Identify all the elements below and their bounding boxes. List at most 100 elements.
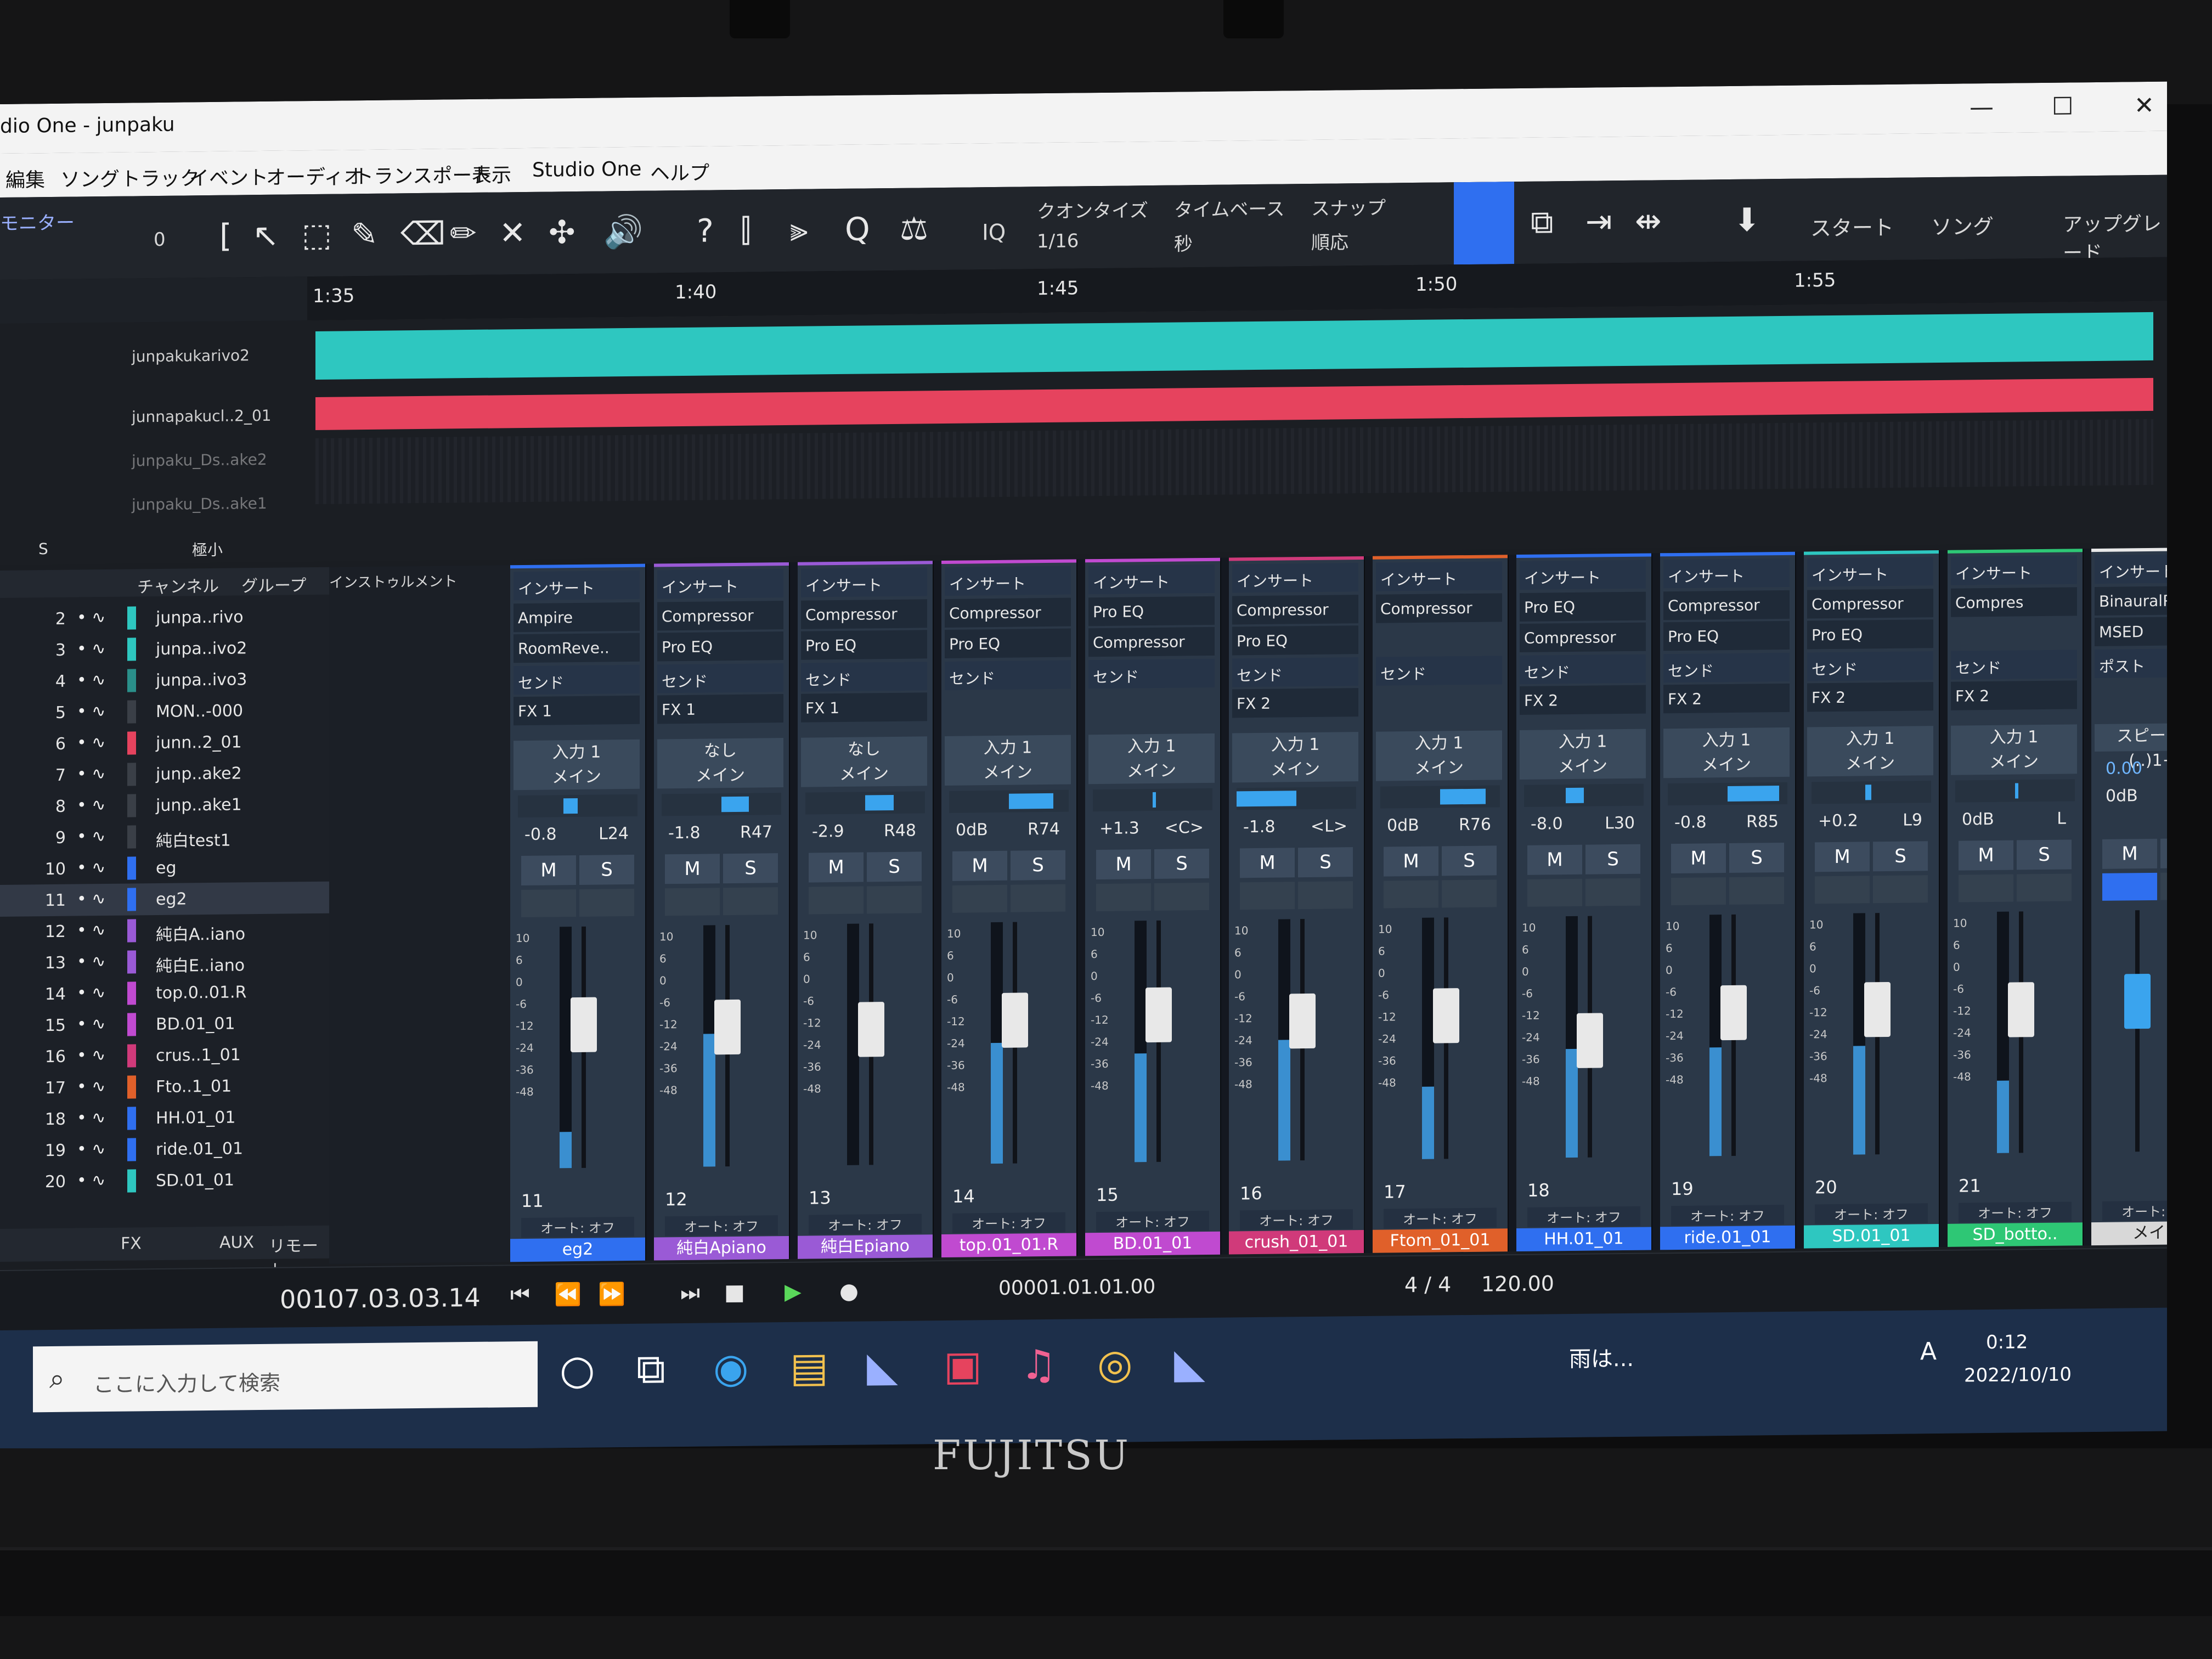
insert-slot[interactable]: Compressor bbox=[1376, 593, 1502, 623]
channel-name-label[interactable]: メイン bbox=[2091, 1221, 2167, 1246]
io-routing[interactable]: 入力 1 メイン bbox=[1951, 724, 2077, 775]
input-select[interactable]: 入力 1 bbox=[1807, 726, 1933, 752]
volume-fader[interactable] bbox=[714, 999, 741, 1055]
paint-tool-icon[interactable]: ✏ bbox=[450, 215, 477, 252]
pan-control[interactable] bbox=[1237, 787, 1356, 810]
pan-control[interactable] bbox=[949, 789, 1069, 813]
start-button[interactable]: スタート bbox=[1810, 211, 1894, 242]
mute-button[interactable]: M bbox=[1815, 842, 1870, 872]
channel-visibility-icon[interactable]: • ∿ bbox=[77, 702, 105, 721]
pan-control[interactable] bbox=[662, 793, 781, 816]
input-select[interactable]: 入力 1 bbox=[514, 740, 640, 765]
dim-button[interactable] bbox=[2160, 872, 2167, 900]
insert-header[interactable]: インサート bbox=[1232, 563, 1358, 593]
record-arm-button[interactable] bbox=[1096, 883, 1151, 912]
range-tool-icon[interactable]: ⬚ bbox=[302, 216, 332, 254]
automation-mode[interactable]: オート: オフ bbox=[1384, 1207, 1497, 1229]
record-icon[interactable]: ● bbox=[839, 1279, 859, 1304]
channel-list-row[interactable]: 20 • ∿ SD.01_01 bbox=[0, 1163, 329, 1198]
channel-name-label[interactable]: SD.01_01 bbox=[1804, 1223, 1939, 1249]
solo-button[interactable]: S bbox=[1442, 845, 1497, 876]
audio-clip-teal[interactable] bbox=[315, 312, 2153, 380]
pan-value[interactable]: R47 bbox=[740, 822, 772, 842]
solo-button[interactable]: S bbox=[2160, 838, 2167, 868]
record-arm-button[interactable] bbox=[1384, 880, 1438, 909]
channel-name-label[interactable]: HH.01_01 bbox=[1516, 1227, 1651, 1252]
send-header[interactable]: センド bbox=[1088, 658, 1215, 689]
monitor-button[interactable] bbox=[2017, 873, 2072, 902]
volume-value[interactable]: +0.2 bbox=[1818, 811, 1858, 831]
output-select[interactable]: メイン bbox=[1951, 749, 2077, 775]
send-header[interactable]: センド bbox=[801, 662, 927, 692]
pan-value[interactable]: R76 bbox=[1459, 815, 1491, 835]
insert-slot[interactable]: MSED bbox=[2095, 616, 2167, 647]
channel-visibility-icon[interactable]: • ∿ bbox=[77, 1139, 105, 1159]
fx-tab[interactable]: FX bbox=[121, 1234, 142, 1253]
channel-visibility-icon[interactable]: • ∿ bbox=[77, 952, 105, 972]
channel-list-row[interactable]: 15 • ∿ BD.01_01 bbox=[0, 1007, 329, 1042]
automation-mode[interactable]: オート: オフ bbox=[2102, 1200, 2167, 1221]
stop-icon[interactable]: ■ bbox=[724, 1280, 745, 1305]
volume-value[interactable]: -0.8 bbox=[1674, 812, 1707, 832]
audio-clip-muted[interactable] bbox=[315, 419, 2153, 504]
automation-mode[interactable]: オート: オフ bbox=[952, 1212, 1065, 1233]
loop-start-icon[interactable]: ⏭ bbox=[680, 1280, 700, 1306]
insert-slot[interactable]: Pro EQ bbox=[1232, 625, 1358, 656]
volume-value[interactable]: -1.8 bbox=[1243, 817, 1276, 837]
insert-slot[interactable]: BinauralPan bbox=[2095, 585, 2167, 616]
insert-slot[interactable]: Compressor bbox=[1807, 589, 1933, 619]
insert-header[interactable]: インサート bbox=[1520, 560, 1646, 590]
io-routing[interactable]: 入力 1 メイン bbox=[1663, 727, 1790, 778]
rewind-icon[interactable]: ⏮ bbox=[510, 1282, 530, 1307]
insert-header[interactable]: インサート bbox=[1807, 557, 1933, 587]
bend-tool-icon[interactable]: ✣ bbox=[549, 213, 575, 251]
channel-visibility-icon[interactable]: • ∿ bbox=[77, 827, 105, 847]
insert-header[interactable]: インサート bbox=[1376, 561, 1502, 591]
send-slot[interactable]: FX 2 bbox=[1663, 683, 1790, 714]
record-arm-button[interactable] bbox=[1240, 882, 1295, 910]
io-routing[interactable]: 入力 1 メイン bbox=[1088, 733, 1215, 785]
studio-one-active-icon[interactable]: ◣ bbox=[1174, 1340, 1205, 1387]
record-arm-button[interactable] bbox=[521, 889, 576, 918]
monitor-button[interactable] bbox=[867, 885, 922, 914]
channel-visibility-icon[interactable]: • ∿ bbox=[77, 1171, 105, 1190]
io-routing[interactable]: 入力 1 メイン bbox=[1376, 730, 1502, 781]
output-select[interactable]: スピーカー(..)1+2 bbox=[2095, 723, 2167, 770]
send-header[interactable]: センド bbox=[1520, 654, 1646, 684]
menu-audio[interactable]: オーディオ bbox=[266, 161, 363, 190]
record-arm-button[interactable] bbox=[1815, 876, 1870, 904]
channel-list-row[interactable]: 10 • ∿ eg bbox=[0, 850, 329, 885]
position-display[interactable]: 00107.03.03.14 bbox=[280, 1283, 481, 1314]
channel-list-row[interactable]: 16 • ∿ crus..1_01 bbox=[0, 1038, 329, 1073]
volume-value[interactable]: +1.3 bbox=[1099, 819, 1139, 838]
mono-button[interactable] bbox=[2102, 872, 2157, 901]
send-slot[interactable]: FX 1 bbox=[657, 694, 783, 724]
file-explorer-icon[interactable]: ▤ bbox=[790, 1344, 828, 1391]
output-select[interactable]: メイン bbox=[1807, 751, 1933, 776]
monitor-button[interactable] bbox=[1873, 875, 1928, 904]
monitor-value[interactable]: 0 bbox=[154, 229, 166, 251]
help-icon[interactable]: ? bbox=[697, 212, 714, 249]
volume-value[interactable]: -0.8 bbox=[524, 825, 557, 844]
mute-button[interactable]: M bbox=[521, 855, 576, 886]
channel-name-label[interactable]: crush_01_01 bbox=[1229, 1229, 1364, 1255]
mute-button[interactable]: M bbox=[1096, 849, 1151, 880]
volume-fader[interactable] bbox=[1289, 993, 1316, 1049]
post-header[interactable]: ポスト bbox=[2095, 648, 2167, 679]
send-slot[interactable]: FX 2 bbox=[1232, 688, 1358, 718]
send-slot[interactable]: FX 1 bbox=[514, 695, 640, 726]
insert-slot[interactable]: Pro EQ bbox=[1088, 596, 1215, 627]
track-header[interactable]: junpakukarivo2 bbox=[0, 326, 307, 390]
insert-slot[interactable]: Compressor bbox=[1088, 627, 1215, 657]
pan-value[interactable]: R85 bbox=[1746, 812, 1779, 832]
split-tool-icon[interactable]: ✎ bbox=[351, 216, 378, 253]
insert-slot[interactable]: Compressor bbox=[1232, 595, 1358, 625]
app-icon[interactable]: ▣ bbox=[944, 1342, 982, 1390]
insert-slot[interactable]: Compressor bbox=[1520, 622, 1646, 652]
channel-list-row[interactable]: 13 • ∿ 純白E..iano bbox=[0, 944, 329, 979]
monitor-button[interactable] bbox=[1585, 878, 1640, 906]
insert-header[interactable]: インサート bbox=[2095, 554, 2167, 584]
track-header[interactable]: junpaku_Ds..ake1 bbox=[0, 474, 307, 538]
mute-button[interactable]: M bbox=[1671, 843, 1726, 874]
volume-value[interactable]: 0dB bbox=[1962, 810, 1994, 830]
